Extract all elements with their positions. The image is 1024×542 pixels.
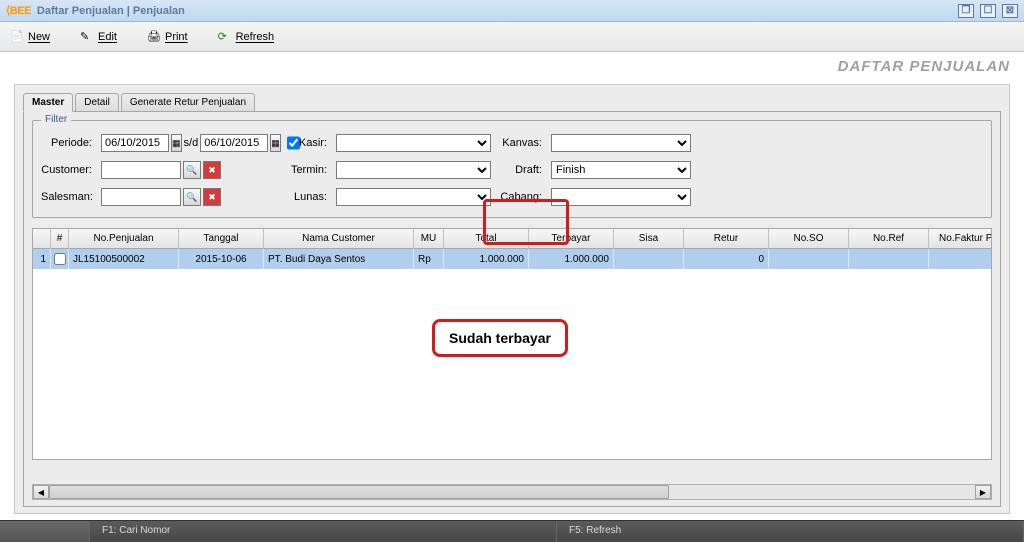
- customer-search-icon[interactable]: 🔍: [183, 161, 201, 179]
- col-tanggal[interactable]: Tanggal: [179, 229, 264, 249]
- periode-from-input[interactable]: [101, 134, 169, 152]
- kasir-select[interactable]: [336, 134, 491, 152]
- cell-retur: 0: [684, 249, 769, 269]
- table-row[interactable]: 1 JL15100500002 2015-10-06 PT. Budi Daya…: [33, 249, 991, 269]
- cell-terbayar: 1.000.000: [529, 249, 614, 269]
- cell-no-penjualan: JL15100500002: [69, 249, 179, 269]
- lunas-select[interactable]: [336, 188, 491, 206]
- cabang-label: Cabang:: [496, 191, 546, 203]
- col-sisa[interactable]: Sisa: [614, 229, 684, 249]
- app-logo: ⟨BEE: [6, 4, 31, 17]
- tab-strip: Master Detail Generate Retur Penjualan: [23, 93, 1001, 112]
- lunas-label: Lunas:: [276, 191, 331, 203]
- draft-label: Draft:: [496, 164, 546, 176]
- col-no-faktur[interactable]: No.Faktur Pa: [929, 229, 992, 249]
- col-mu[interactable]: MU: [414, 229, 444, 249]
- status-bar: F1: Cari Nomor F5: Refresh: [0, 520, 1024, 542]
- annotation-callout: Sudah terbayar: [432, 319, 568, 357]
- refresh-label: Refresh: [236, 31, 275, 43]
- draft-select[interactable]: Finish: [551, 161, 691, 179]
- col-nama-customer[interactable]: Nama Customer: [264, 229, 414, 249]
- sd-label: s/d: [184, 137, 199, 149]
- edit-label: Edit: [98, 31, 117, 43]
- periode-label: Periode:: [41, 137, 96, 149]
- cell-total: 1.000.000: [444, 249, 529, 269]
- tab-body: Filter Periode: ▦ s/d ▦ Kasir: Kanvas: C…: [23, 111, 1001, 507]
- cabang-select[interactable]: [551, 188, 691, 206]
- termin-select[interactable]: [336, 161, 491, 179]
- refresh-button[interactable]: ⟳ Refresh: [218, 30, 275, 44]
- status-f1: F1: Cari Nomor: [90, 521, 557, 542]
- cell-mu: Rp: [414, 249, 444, 269]
- maximize-window-icon[interactable]: ☐: [980, 4, 996, 18]
- new-label: New: [28, 31, 50, 43]
- page-title: DAFTAR PENJUALAN: [0, 52, 1024, 80]
- periode-to-input[interactable]: [200, 134, 268, 152]
- table-header-row: # No.Penjualan Tanggal Nama Customer MU …: [33, 229, 991, 249]
- kanvas-select[interactable]: [551, 134, 691, 152]
- col-rownum[interactable]: #: [51, 229, 69, 249]
- salesman-label: Salesman:: [41, 191, 96, 203]
- col-retur[interactable]: Retur: [684, 229, 769, 249]
- cell-sisa: [614, 249, 684, 269]
- termin-label: Termin:: [276, 164, 331, 176]
- salesman-input[interactable]: [101, 188, 181, 206]
- kasir-label: Kasir:: [276, 137, 331, 149]
- status-seg-blank: [0, 521, 90, 542]
- cell-nama-customer: PT. Budi Daya Sentos: [264, 249, 414, 269]
- col-marker[interactable]: [33, 229, 51, 249]
- window-title: Daftar Penjualan | Penjualan: [37, 5, 185, 17]
- calendar-from-icon[interactable]: ▦: [171, 134, 182, 152]
- tab-detail[interactable]: Detail: [75, 93, 119, 112]
- kanvas-label: Kanvas:: [496, 137, 546, 149]
- content-panel: Master Detail Generate Retur Penjualan F…: [14, 84, 1010, 514]
- toolbar: 📄 New ✎ Edit 🖨 Print ⟳ Refresh: [0, 22, 1024, 52]
- customer-label: Customer:: [41, 164, 96, 176]
- scroll-left-icon[interactable]: ◀: [33, 485, 49, 499]
- print-label: Print: [165, 31, 188, 43]
- cell-rownum: 1: [33, 249, 51, 269]
- col-terbayar[interactable]: Terbayar: [529, 229, 614, 249]
- new-button[interactable]: 📄 New: [10, 30, 50, 44]
- tab-generate-retur[interactable]: Generate Retur Penjualan: [121, 93, 255, 112]
- restore-window-icon[interactable]: ❐: [958, 4, 974, 18]
- customer-clear-icon[interactable]: ✖: [203, 161, 221, 179]
- print-button[interactable]: 🖨 Print: [147, 30, 188, 44]
- new-icon: 📄: [10, 30, 24, 44]
- scroll-thumb[interactable]: [49, 485, 669, 499]
- col-no-ref[interactable]: No.Ref: [849, 229, 929, 249]
- horizontal-scrollbar[interactable]: ◀ ▶: [32, 484, 992, 500]
- print-icon: 🖨: [147, 30, 161, 44]
- salesman-clear-icon[interactable]: ✖: [203, 188, 221, 206]
- cell-no-faktur: [929, 249, 992, 269]
- edit-icon: ✎: [80, 30, 94, 44]
- col-no-penjualan[interactable]: No.Penjualan: [69, 229, 179, 249]
- cell-no-so: [769, 249, 849, 269]
- scroll-right-icon[interactable]: ▶: [975, 485, 991, 499]
- close-window-icon[interactable]: ⊠: [1002, 4, 1018, 18]
- cell-no-ref: [849, 249, 929, 269]
- status-f5: F5: Refresh: [557, 521, 1024, 542]
- edit-button[interactable]: ✎ Edit: [80, 30, 117, 44]
- salesman-search-icon[interactable]: 🔍: [183, 188, 201, 206]
- filter-legend: Filter: [41, 114, 71, 125]
- row-checkbox[interactable]: [54, 253, 66, 265]
- col-no-so[interactable]: No.SO: [769, 229, 849, 249]
- col-total[interactable]: Total: [444, 229, 529, 249]
- filter-fieldset: Filter Periode: ▦ s/d ▦ Kasir: Kanvas: C…: [32, 120, 992, 218]
- cell-tanggal: 2015-10-06: [179, 249, 264, 269]
- refresh-icon: ⟳: [218, 30, 232, 44]
- title-bar: ⟨BEE Daftar Penjualan | Penjualan ❐ ☐ ⊠: [0, 0, 1024, 22]
- customer-input[interactable]: [101, 161, 181, 179]
- tab-master[interactable]: Master: [23, 93, 73, 112]
